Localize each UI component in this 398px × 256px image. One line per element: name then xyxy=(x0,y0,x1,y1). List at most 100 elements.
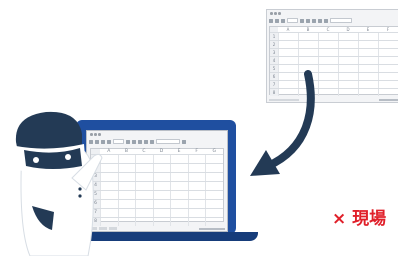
cell[interactable] xyxy=(338,33,358,40)
font-size-box[interactable] xyxy=(287,18,298,23)
cell[interactable] xyxy=(338,89,358,96)
zoom-slider[interactable] xyxy=(379,99,398,101)
cell[interactable] xyxy=(187,155,206,163)
align-icon[interactable] xyxy=(318,18,322,23)
cell[interactable] xyxy=(117,173,136,181)
zoom-dot-icon[interactable] xyxy=(278,12,281,15)
cell[interactable] xyxy=(135,218,153,226)
cell[interactable] xyxy=(135,164,153,172)
cell[interactable] xyxy=(338,49,358,56)
cell[interactable] xyxy=(187,209,206,217)
cell[interactable] xyxy=(135,191,153,199)
cell[interactable] xyxy=(117,155,136,163)
cell[interactable] xyxy=(117,191,136,199)
cell[interactable] xyxy=(135,209,153,217)
cell[interactable] xyxy=(135,155,153,163)
cell[interactable] xyxy=(358,73,378,80)
column-header[interactable]: E xyxy=(358,27,378,32)
cell[interactable] xyxy=(378,33,398,40)
sheet-tab[interactable] xyxy=(109,227,117,230)
cell[interactable] xyxy=(205,191,223,199)
cell[interactable] xyxy=(278,41,298,48)
cell[interactable] xyxy=(205,182,223,190)
cell[interactable] xyxy=(152,164,171,172)
cell[interactable] xyxy=(298,49,318,56)
cell[interactable] xyxy=(358,41,378,48)
cell[interactable] xyxy=(170,218,188,226)
cell[interactable] xyxy=(117,164,136,172)
cell[interactable] xyxy=(378,49,398,56)
cell[interactable] xyxy=(187,191,206,199)
column-header[interactable]: E xyxy=(170,149,188,154)
corner-cell[interactable] xyxy=(270,27,278,32)
cell[interactable] xyxy=(117,209,136,217)
cell[interactable] xyxy=(298,41,318,48)
cell[interactable] xyxy=(358,49,378,56)
row-header[interactable]: 3 xyxy=(270,49,278,56)
row-header[interactable]: 4 xyxy=(270,57,278,64)
align-icon[interactable] xyxy=(144,139,148,144)
cell[interactable] xyxy=(170,173,188,181)
cell[interactable] xyxy=(278,49,298,56)
close-dot-icon[interactable] xyxy=(270,12,273,15)
font-size-box[interactable] xyxy=(113,139,124,144)
align-icon[interactable] xyxy=(324,18,328,23)
cell[interactable] xyxy=(170,191,188,199)
cell[interactable] xyxy=(338,65,358,72)
cell[interactable] xyxy=(205,173,223,181)
cell[interactable] xyxy=(117,182,136,190)
cell[interactable] xyxy=(378,65,398,72)
column-header[interactable]: C xyxy=(135,149,153,154)
cell[interactable] xyxy=(152,209,171,217)
row-header[interactable]: 2 xyxy=(270,41,278,48)
toolbar-icon[interactable] xyxy=(281,18,285,23)
bold-icon[interactable] xyxy=(300,18,304,23)
column-header[interactable]: C xyxy=(318,27,338,32)
italic-icon[interactable] xyxy=(306,18,310,23)
cell[interactable] xyxy=(152,173,171,181)
cell[interactable] xyxy=(170,164,188,172)
cell[interactable] xyxy=(358,57,378,64)
column-header[interactable]: G xyxy=(205,149,223,154)
cell[interactable] xyxy=(378,73,398,80)
column-header[interactable]: D xyxy=(338,27,358,32)
cell[interactable] xyxy=(117,218,136,226)
zoom-slider[interactable] xyxy=(199,227,225,230)
cell[interactable] xyxy=(205,200,223,208)
cell[interactable] xyxy=(338,57,358,64)
cell[interactable] xyxy=(278,57,298,64)
cell[interactable] xyxy=(205,164,223,172)
cell[interactable] xyxy=(318,41,338,48)
cell[interactable] xyxy=(358,33,378,40)
cell[interactable] xyxy=(318,57,338,64)
cell[interactable] xyxy=(338,41,358,48)
cell[interactable] xyxy=(298,33,318,40)
cell[interactable] xyxy=(378,41,398,48)
cell[interactable] xyxy=(170,200,188,208)
cell[interactable] xyxy=(378,81,398,88)
cell[interactable] xyxy=(152,182,171,190)
column-header[interactable]: F xyxy=(378,27,398,32)
column-header[interactable]: D xyxy=(153,149,171,154)
cell[interactable] xyxy=(152,191,171,199)
minimize-dot-icon[interactable] xyxy=(274,12,277,15)
align-icon[interactable] xyxy=(150,139,154,144)
cell[interactable] xyxy=(318,49,338,56)
cell[interactable] xyxy=(298,57,318,64)
formula-box[interactable] xyxy=(156,139,180,144)
row-header[interactable]: 1 xyxy=(270,33,278,40)
cell[interactable] xyxy=(187,200,206,208)
cell[interactable] xyxy=(152,218,171,226)
cell[interactable] xyxy=(187,218,206,226)
cell[interactable] xyxy=(205,218,223,226)
cell[interactable] xyxy=(358,81,378,88)
cell[interactable] xyxy=(205,155,223,163)
cell[interactable] xyxy=(205,209,223,217)
cell[interactable] xyxy=(338,73,358,80)
italic-icon[interactable] xyxy=(132,139,136,144)
cell[interactable] xyxy=(170,209,188,217)
column-header[interactable]: B xyxy=(298,27,318,32)
cell[interactable] xyxy=(152,155,171,163)
cell[interactable] xyxy=(135,173,153,181)
underline-icon[interactable] xyxy=(138,139,142,144)
